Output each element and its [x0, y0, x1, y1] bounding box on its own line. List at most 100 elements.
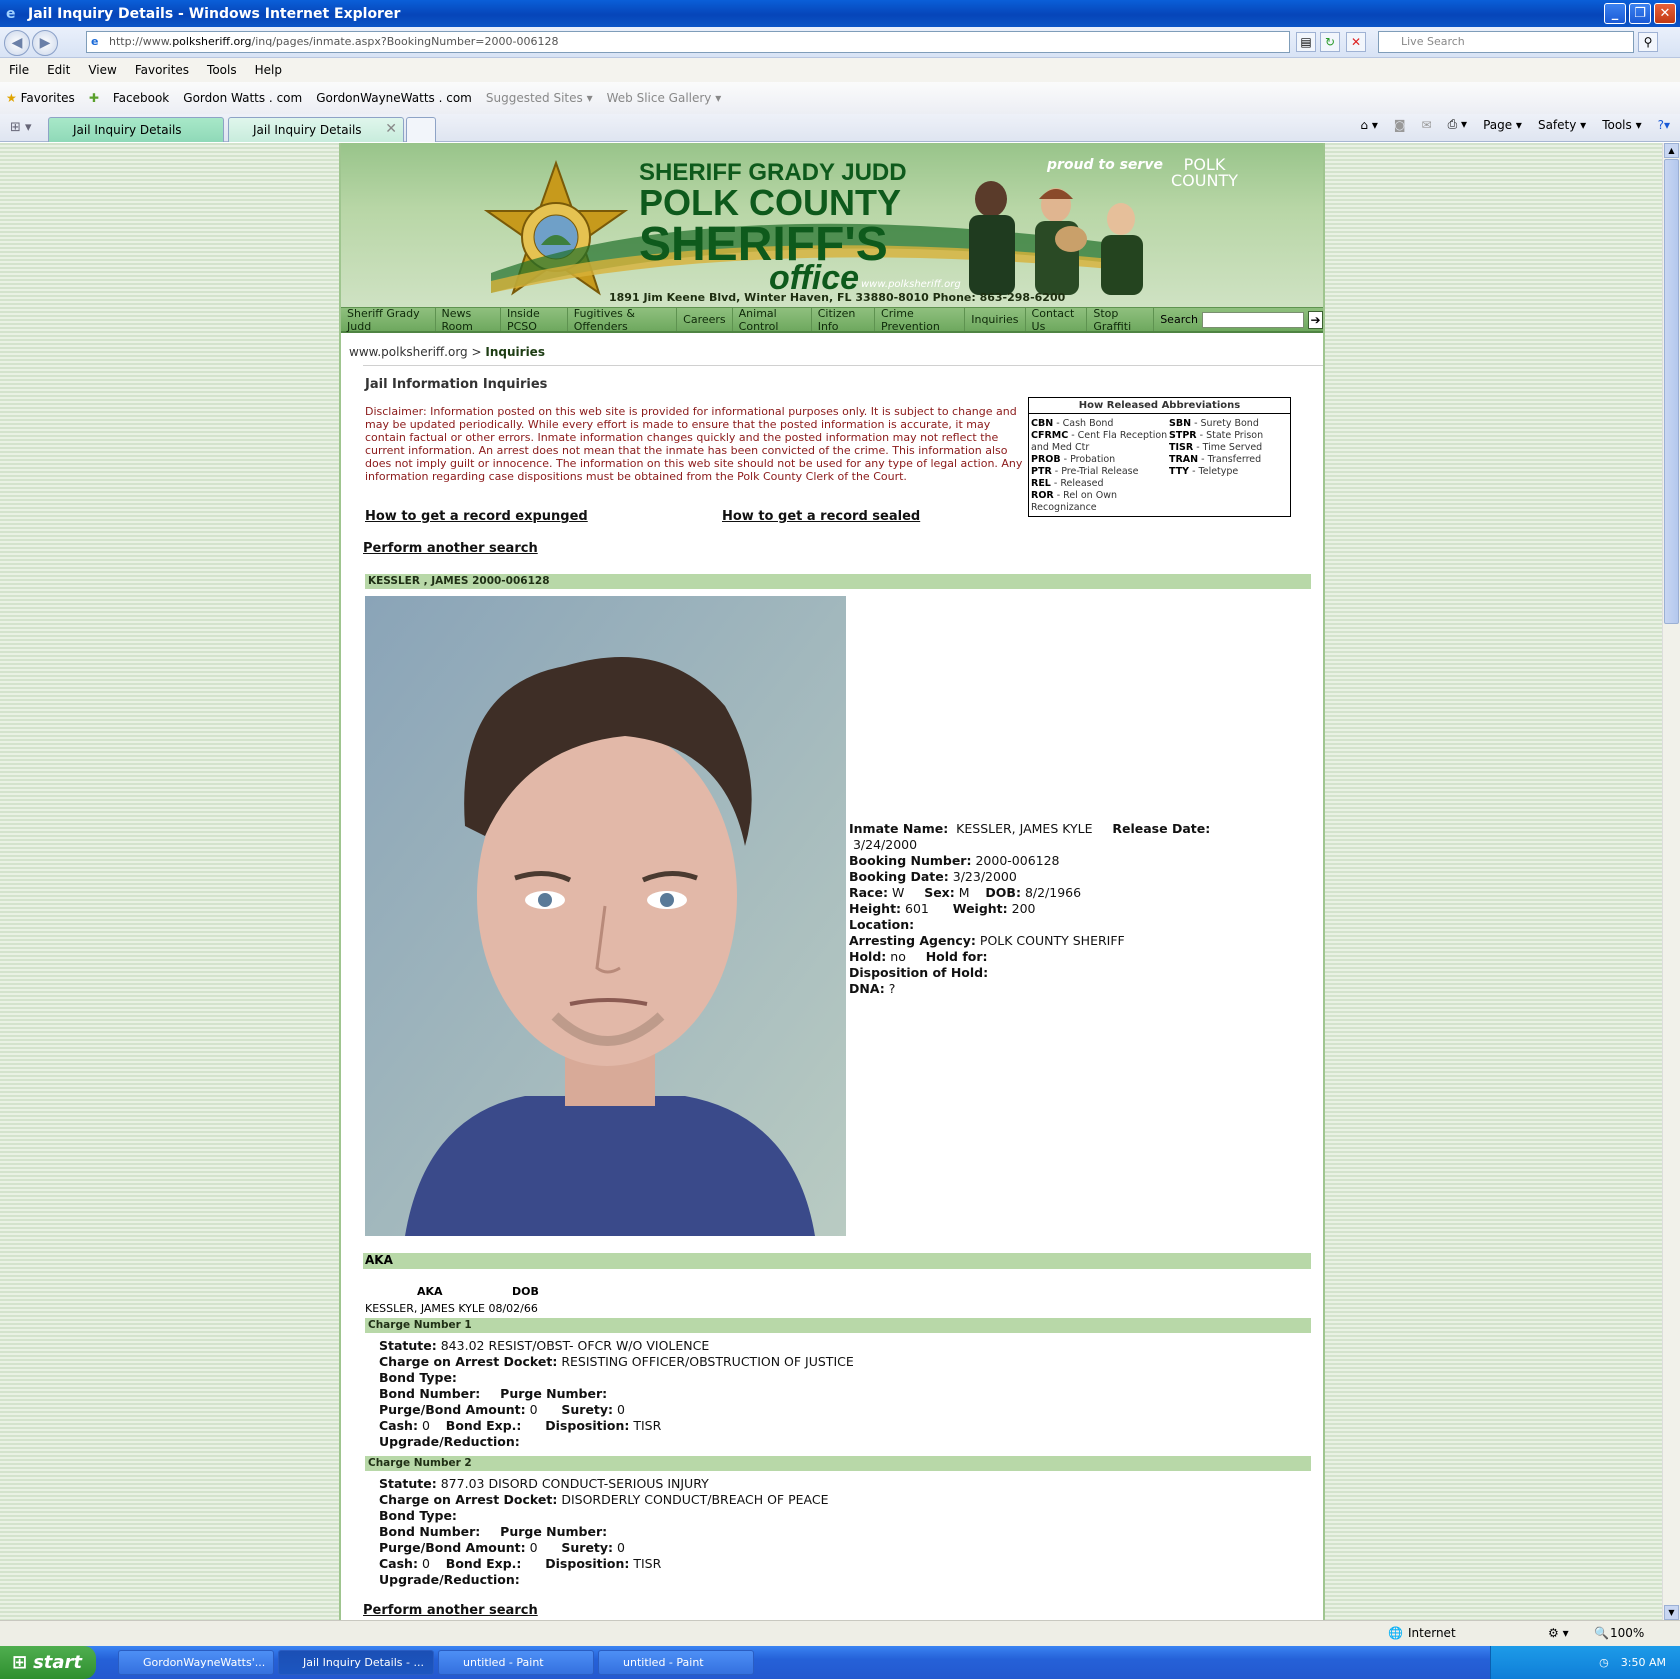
help-icon[interactable]: ?▾: [1658, 118, 1670, 132]
label-sex: Sex:: [924, 885, 955, 900]
scroll-thumb[interactable]: [1664, 159, 1679, 624]
fav-gordonwatts[interactable]: Gordon Watts . com: [183, 91, 302, 105]
menu-favorites[interactable]: Favorites: [126, 63, 198, 77]
tools-menu[interactable]: Tools ▾: [1602, 118, 1641, 132]
favorites-button[interactable]: ★ Favorites: [6, 91, 75, 105]
nav-fugitives[interactable]: Fugitives & Offenders: [568, 307, 678, 333]
cash: 0: [421, 1418, 430, 1433]
expunge-link[interactable]: How to get a record expunged: [365, 509, 588, 524]
nav-citizen-info[interactable]: Citizen Info: [812, 307, 876, 333]
add-favorite-icon[interactable]: ✚: [89, 91, 99, 105]
fav-suggested-sites[interactable]: Suggested Sites ▾: [486, 91, 593, 105]
close-button[interactable]: ✕: [1654, 3, 1676, 24]
fav-web-slice-gallery[interactable]: Web Slice Gallery ▾: [607, 91, 722, 105]
title-bar: e Jail Inquiry Details - Windows Interne…: [0, 0, 1680, 27]
status-bar: 🌐 Internet ⚙ ▾ 🔍 100%: [0, 1620, 1680, 1646]
another-search-link-bottom[interactable]: Perform another search: [363, 1603, 538, 1618]
label-surety: Surety:: [561, 1402, 614, 1417]
label-release-date: Release Date:: [1112, 821, 1211, 836]
search-icon[interactable]: ⚲: [1638, 32, 1658, 52]
zoom-level[interactable]: 100%: [1610, 1626, 1644, 1640]
refresh-icon[interactable]: ↻: [1320, 32, 1340, 52]
nav-crime-prevention[interactable]: Crime Prevention: [875, 307, 966, 333]
site-search-input[interactable]: [1202, 311, 1304, 328]
seal-link[interactable]: How to get a record sealed: [722, 509, 920, 524]
favorites-bar: ★ Favorites ✚ Facebook Gordon Watts . co…: [0, 82, 1680, 114]
maximize-button[interactable]: ❐: [1629, 3, 1651, 24]
task-paint-2[interactable]: untitled - Paint: [598, 1650, 754, 1675]
task-jail-inquiry[interactable]: Jail Inquiry Details - ...: [278, 1650, 434, 1675]
abbreviations-left: CBN - Cash Bond CFRMC - Cent Fla Recepti…: [1031, 418, 1169, 514]
menu-help[interactable]: Help: [246, 63, 291, 77]
divider: [363, 365, 1323, 366]
address-input[interactable]: e http://www.polksheriff.org/inq/pages/i…: [86, 31, 1290, 53]
abbr-text: - State Prison: [1196, 430, 1264, 441]
stop-icon[interactable]: ✕: [1346, 32, 1366, 52]
another-search-link[interactable]: Perform another search: [363, 541, 538, 556]
menu-bar: File Edit View Favorites Tools Help: [0, 58, 1680, 82]
scroll-down-icon[interactable]: ▼: [1664, 1605, 1679, 1620]
aka-row: KESSLER, JAMES KYLE 08/02/66: [365, 1302, 538, 1315]
menu-tools[interactable]: Tools: [198, 63, 246, 77]
safety-menu[interactable]: Safety ▾: [1538, 118, 1586, 132]
menu-file[interactable]: File: [0, 63, 38, 77]
zoom-icon[interactable]: 🔍: [1594, 1626, 1609, 1640]
nav-inside-pcso[interactable]: Inside PCSO: [501, 307, 568, 333]
nav-inquiries[interactable]: Inquiries: [965, 308, 1026, 331]
new-tab-button[interactable]: [406, 117, 436, 142]
vertical-scrollbar[interactable]: ▲ ▼: [1662, 143, 1680, 1620]
nav-contact-us[interactable]: Contact Us: [1026, 307, 1088, 333]
home-icon[interactable]: ⌂ ▾: [1360, 118, 1377, 132]
label-weight: Weight:: [952, 901, 1008, 916]
nav-animal-control[interactable]: Animal Control: [733, 307, 812, 333]
label-disposition: Disposition:: [545, 1556, 630, 1571]
nav-news-room[interactable]: News Room: [436, 307, 501, 333]
dna: ?: [888, 981, 896, 996]
protected-mode-icon[interactable]: ⚙ ▾: [1548, 1626, 1569, 1640]
compat-view-icon[interactable]: ▤: [1296, 32, 1316, 52]
label-purge-number: Purge Number:: [500, 1524, 608, 1539]
minimize-button[interactable]: _: [1604, 3, 1626, 24]
nav-careers[interactable]: Careers: [677, 308, 733, 331]
back-button[interactable]: ◀: [4, 30, 30, 56]
fav-facebook[interactable]: Facebook: [113, 91, 169, 105]
tab-1-label: Jail Inquiry Details: [73, 123, 182, 137]
page-menu[interactable]: Page ▾: [1483, 118, 1522, 132]
disposition: TISR: [633, 1556, 662, 1571]
label-purge-number: Purge Number:: [500, 1386, 608, 1401]
tab-1[interactable]: Jail Inquiry Details: [48, 117, 224, 142]
live-search-input[interactable]: Live Search: [1378, 31, 1634, 53]
nav-sheriff-grady-judd[interactable]: Sheriff Grady Judd: [341, 307, 436, 333]
tray-icon[interactable]: ◷: [1599, 1656, 1609, 1669]
tab-2[interactable]: Jail Inquiry Details ✕: [228, 117, 404, 142]
breadcrumb-home[interactable]: www.polksheriff.org: [349, 345, 468, 359]
fav-gordonwaynewatts[interactable]: GordonWayneWatts . com: [316, 91, 472, 105]
abbr-text: - Pre-Trial Release: [1051, 466, 1139, 477]
dob: 8/2/1966: [1024, 885, 1082, 900]
label-statute: Statute:: [379, 1338, 437, 1353]
label-hold: Hold:: [849, 949, 887, 964]
mail-icon[interactable]: ✉: [1422, 118, 1432, 132]
site-banner: SHERIFF GRADY JUDD POLK COUNTY SHERIFF'S…: [341, 143, 1323, 307]
quick-tabs-icon[interactable]: ⊞ ▾: [10, 120, 32, 135]
scroll-up-icon[interactable]: ▲: [1664, 143, 1679, 158]
menu-edit[interactable]: Edit: [38, 63, 79, 77]
menu-view[interactable]: View: [79, 63, 125, 77]
start-button[interactable]: ⊞ start: [0, 1646, 96, 1679]
abbr-text: - Time Served: [1193, 442, 1263, 453]
task-paint-1[interactable]: untitled - Paint: [438, 1650, 594, 1675]
url-path: /inq/pages/inmate.aspx?BookingNumber=200…: [251, 35, 559, 48]
address-bar: ◀ ▶ e http://www.polksheriff.org/inq/pag…: [0, 27, 1680, 58]
print-icon[interactable]: ⎙ ▾: [1448, 117, 1467, 132]
nav-stop-graffiti[interactable]: Stop Graffiti: [1087, 307, 1155, 333]
purge-amount: 0: [529, 1402, 538, 1417]
search-go-icon[interactable]: ➔: [1308, 310, 1323, 329]
tab-close-icon[interactable]: ✕: [385, 121, 397, 137]
forward-button[interactable]: ▶: [32, 30, 58, 56]
label-dna: DNA:: [849, 981, 885, 996]
feeds-icon[interactable]: ◙: [1394, 118, 1406, 132]
task-gordonwaynewatts[interactable]: GordonWayneWatts'...: [118, 1650, 274, 1675]
page-title: Jail Information Inquiries: [365, 377, 548, 392]
label-purge-amount: Purge/Bond Amount:: [379, 1402, 526, 1417]
label-bond-number: Bond Number:: [379, 1524, 481, 1539]
